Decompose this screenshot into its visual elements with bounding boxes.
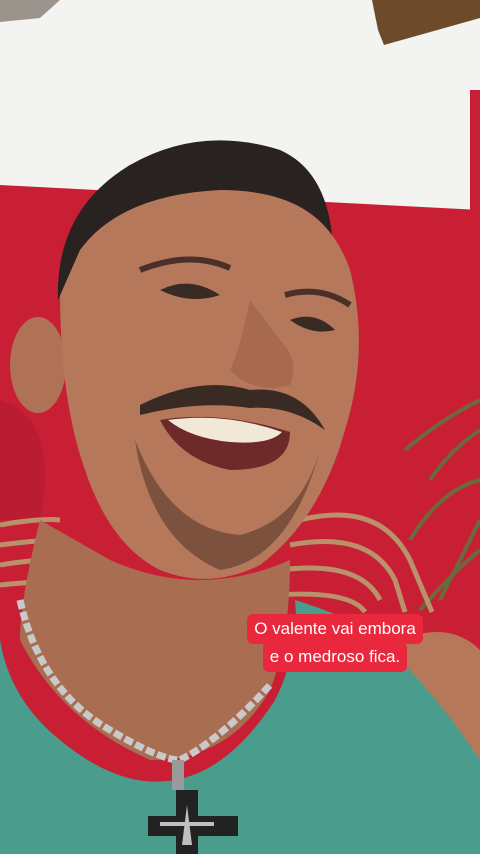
caption-line-1: O valente vai embora	[247, 614, 423, 644]
video-frame	[0, 0, 480, 854]
ear	[10, 317, 66, 413]
caption-line-2: e o medroso fica.	[262, 642, 408, 672]
caption: O valente vai embora e o medroso fica.	[226, 614, 444, 672]
red-pillar	[470, 90, 480, 220]
